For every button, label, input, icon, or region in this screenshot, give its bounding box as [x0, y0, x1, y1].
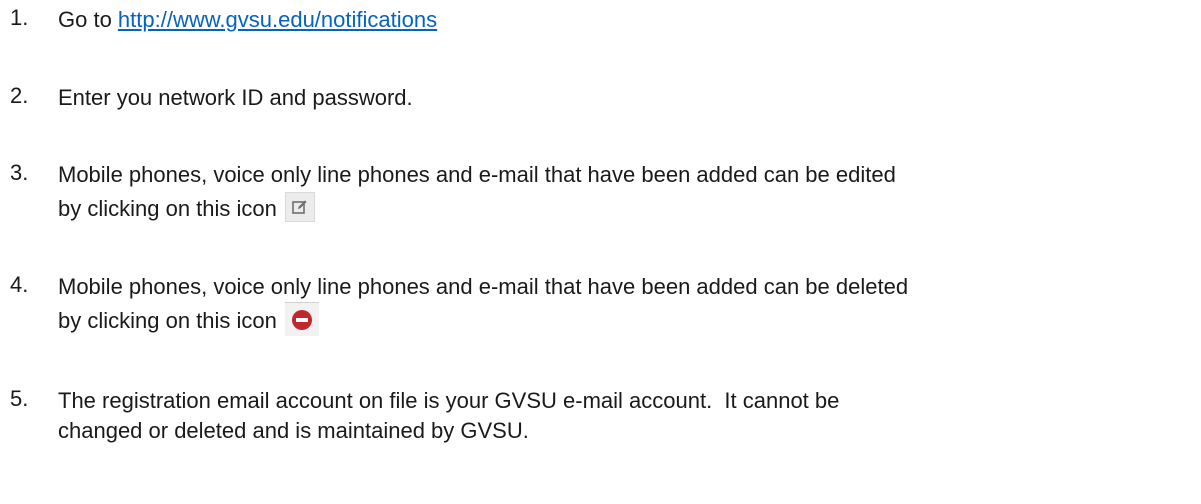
step-number: 4.: [10, 272, 29, 297]
delete-icon: [284, 302, 319, 337]
edit-icon: [284, 192, 315, 223]
step-number: 1.: [10, 5, 29, 30]
list-item-5: 5. The registration email account on fil…: [10, 386, 1191, 446]
step-text-line: changed or deleted and is maintained by …: [58, 418, 529, 443]
step-number: 3.: [10, 160, 29, 185]
step-text-line: Mobile phones, voice only line phones an…: [58, 162, 896, 187]
step-text: Enter you network ID and password.: [58, 85, 413, 110]
list-item-4: 4. Mobile phones, voice only line phones…: [10, 272, 1191, 340]
step-number: 5.: [10, 386, 29, 411]
list-item-1: 1. Go to http://www.gvsu.edu/notificatio…: [10, 5, 1191, 35]
step-number: 2.: [10, 83, 29, 108]
notifications-link[interactable]: http://www.gvsu.edu/notifications: [118, 7, 437, 32]
step-text-line: by clicking on this icon: [58, 308, 277, 333]
list-item-2: 2. Enter you network ID and password.: [10, 83, 1191, 113]
list-item-3: 3. Mobile phones, voice only line phones…: [10, 160, 1191, 228]
step-text: Go to: [58, 7, 118, 32]
step-text-line: The registration email account on file i…: [58, 388, 840, 413]
step-text-line: by clicking on this icon: [58, 196, 277, 221]
step-text-line: Mobile phones, voice only line phones an…: [58, 274, 909, 299]
